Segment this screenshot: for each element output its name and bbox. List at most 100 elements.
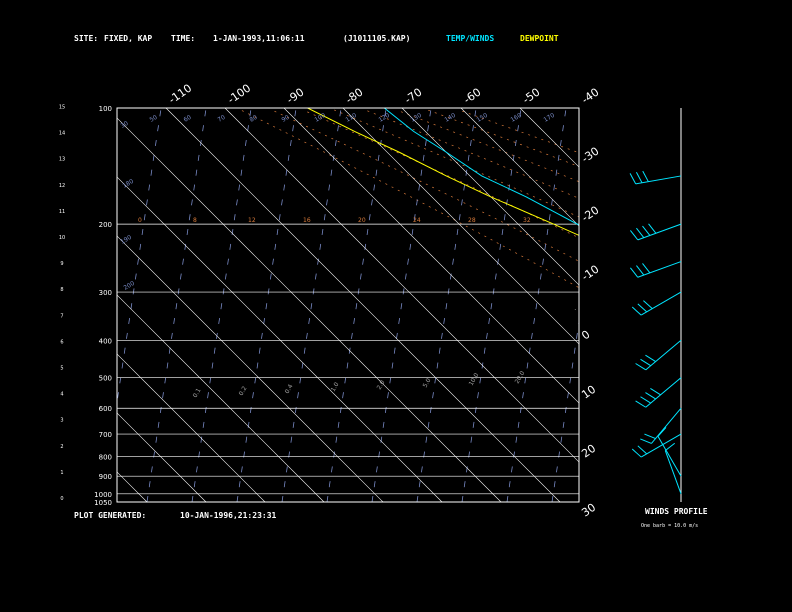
- height-tick-label: 8: [60, 287, 63, 293]
- wind-barb-flag: [636, 265, 645, 276]
- height-tick-label: 5: [60, 366, 63, 372]
- temperature-tick-label: -10: [579, 263, 601, 284]
- moist-adiabat-label: 20: [358, 217, 366, 224]
- dry-adiabat-line: [281, 109, 342, 502]
- wind-barb-flag: [640, 358, 651, 367]
- isotherm-line: [638, 108, 792, 502]
- isotherm-line: [578, 108, 579, 109]
- wind-barb-flag: [629, 267, 639, 278]
- wind-barb-shaft: [657, 436, 682, 477]
- wind-barb-flag: [648, 223, 657, 234]
- wind-barb-flag: [645, 354, 656, 363]
- wind-barb-shaft: [635, 175, 682, 185]
- mixing-ratio-line: [705, 308, 792, 502]
- moist-adiabat-line: [427, 109, 579, 167]
- temperature-tick-label: 0: [579, 328, 592, 343]
- wind-barb-flag: [644, 433, 656, 439]
- wind-barb-flag: [643, 300, 653, 310]
- height-tick-label: 9: [60, 261, 63, 267]
- pressure-tick-label: 100: [99, 105, 112, 113]
- dry-adiabat-line: [506, 109, 567, 502]
- pressure-tick-label: 800: [99, 453, 112, 461]
- wind-barb-flag: [635, 400, 647, 408]
- dry-adiabat-line: [416, 109, 477, 502]
- dry-adiabat-label: 110: [345, 112, 359, 124]
- mixing-ratio-label: 0.2: [238, 385, 249, 397]
- wind-barb-flag: [631, 306, 642, 316]
- wind-barb-flag: [642, 225, 651, 236]
- moist-adiabat-line: [334, 109, 579, 218]
- height-tick-label: 3: [60, 418, 63, 424]
- isotherm-line: [224, 108, 579, 463]
- dry-adiabat-line: [326, 109, 387, 502]
- isotherm-line: [117, 117, 502, 502]
- wind-barb-shaft: [645, 377, 682, 408]
- dry-adiabat-label: 160: [510, 112, 524, 124]
- wind-barb-flag: [631, 448, 642, 458]
- pressure-tick-label: 1050: [94, 499, 112, 507]
- wind-barb-flag: [636, 227, 645, 238]
- moist-adiabat-line: [396, 109, 579, 183]
- moist-adiabat-line: [271, 109, 579, 262]
- dry-adiabat-line: [146, 109, 207, 502]
- pressure-tick-label: 400: [99, 337, 112, 345]
- dry-adiabat-label: 190: [120, 234, 134, 246]
- temperature-tick-label: -70: [402, 86, 424, 107]
- dry-adiabat-label: 170: [543, 112, 557, 124]
- height-tick-label: 11: [59, 209, 65, 215]
- dry-adiabat-line: [57, 110, 116, 502]
- wind-barb-flag: [642, 263, 651, 274]
- wind-barb-flag: [642, 170, 649, 182]
- pressure-tick-label: 1000: [94, 491, 112, 499]
- temperature-tick-label: 30: [579, 501, 598, 520]
- moist-adiabat-label: 32: [523, 217, 531, 224]
- temperature-tick-label: -60: [461, 86, 483, 107]
- moist-adiabat-line: [302, 109, 579, 239]
- wind-barb-flag: [650, 388, 661, 396]
- height-tick-label: 14: [59, 131, 65, 137]
- dry-adiabat-line: [117, 109, 162, 405]
- wind-barb-flag: [637, 445, 648, 455]
- dry-adiabat-label: 120: [378, 112, 392, 124]
- dry-adiabat-label: 60: [183, 114, 193, 124]
- mixing-ratio-label: 0.4: [284, 383, 295, 395]
- dry-adiabat-line: [551, 319, 579, 502]
- isotherm-line: [117, 471, 148, 502]
- height-tick-label: 7: [60, 313, 63, 319]
- temperature-tick-label: 10: [579, 383, 598, 402]
- wind-barb-flag: [657, 427, 667, 437]
- mixing-ratio-label: 0.1: [192, 387, 203, 399]
- temperature-tick-label: -80: [343, 86, 365, 107]
- dry-adiabat-line: [597, 110, 656, 502]
- height-tick-label: 6: [60, 339, 63, 345]
- moist-adiabat-label: 12: [248, 217, 256, 224]
- pressure-tick-label: 700: [99, 431, 112, 439]
- height-tick-label: 0: [60, 496, 63, 502]
- wind-barb-flag: [629, 173, 637, 185]
- wind-barb-shaft: [637, 261, 682, 278]
- moist-adiabat-label: 28: [468, 217, 476, 224]
- wind-barb-shaft: [640, 433, 682, 458]
- dry-adiabat-label: 90: [281, 114, 291, 124]
- isotherm-line: [117, 294, 325, 502]
- wind-barb-flag: [640, 396, 651, 404]
- mixing-ratio-line: [572, 307, 579, 312]
- dry-adiabat-line: [191, 109, 252, 502]
- skew-t-chart: 1002003004005006007008009001000105015141…: [57, 81, 792, 520]
- pressure-tick-label: 600: [99, 405, 112, 413]
- dry-adiabat-label: 50: [149, 114, 159, 124]
- moist-adiabat-label: 8: [193, 217, 197, 224]
- temperature-tick-label: 20: [579, 442, 598, 461]
- temperature-tick-label: -30: [579, 145, 601, 166]
- pressure-tick-label: 500: [99, 375, 112, 383]
- pressure-tick-label: 200: [99, 221, 112, 229]
- isotherm-line: [342, 108, 579, 345]
- temperature-tick-label: -90: [284, 86, 306, 107]
- mixing-ratio-line: [750, 308, 792, 502]
- mixing-ratio-label: 2.0: [376, 379, 387, 391]
- isotherm-line: [401, 108, 579, 286]
- isotherm-line: [117, 176, 443, 502]
- wind-barb-flag: [635, 363, 647, 371]
- wind-barb-shaft: [645, 339, 682, 371]
- mixing-ratio-label: 1.0: [330, 381, 341, 393]
